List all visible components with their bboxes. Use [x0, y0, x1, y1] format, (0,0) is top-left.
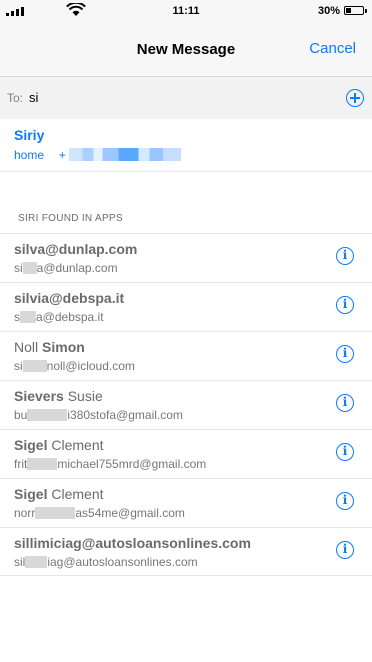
result-title: Sigel Clement	[14, 486, 104, 502]
cancel-button[interactable]: Cancel	[309, 40, 356, 57]
section-header: SIRI FOUND IN APPS	[0, 196, 372, 233]
info-icon[interactable]: i	[336, 247, 354, 265]
list-item[interactable]: silva@dunlap.com si a@dunlap.com i	[0, 233, 372, 282]
info-icon[interactable]: i	[336, 345, 354, 363]
result-title: Sievers Susie	[14, 388, 103, 404]
result-title: silva@dunlap.com	[14, 241, 138, 257]
info-icon[interactable]: i	[336, 296, 354, 314]
info-icon[interactable]: i	[336, 443, 354, 461]
info-icon[interactable]: i	[336, 541, 354, 559]
battery-percent: 30%	[317, 5, 340, 17]
list-item[interactable]: sillimiciag@autosloansonlines.com sil iag…	[0, 527, 372, 576]
contact-suggestion[interactable]: Siriy home +	[0, 119, 372, 172]
result-title: Sigel Clement	[14, 437, 104, 453]
suggestion-label: home	[14, 148, 45, 162]
list-item[interactable]: silvia@debspa.it s a@debspa.it i	[0, 282, 372, 331]
add-contact-icon[interactable]	[346, 89, 364, 107]
result-title: Noll Simon	[14, 339, 85, 355]
to-field-row: To: si	[0, 77, 372, 119]
status-bar: 11:11 30%	[0, 0, 372, 24]
list-item[interactable]: Sigel Clement norr as54me@gmail.com i	[0, 478, 372, 527]
result-title: sillimiciag@autosloansonlines.com	[14, 535, 251, 551]
result-email: si a@dunlap.com	[14, 261, 118, 275]
redacted-number	[69, 148, 182, 161]
to-label: To:	[7, 91, 24, 105]
result-email: si noll@icloud.com	[14, 359, 135, 373]
battery-cap	[365, 9, 367, 13]
info-icon[interactable]: i	[336, 492, 354, 510]
suggestion-detail: home +	[14, 148, 182, 162]
info-icon[interactable]: i	[336, 394, 354, 412]
status-time: 11:11	[172, 5, 200, 17]
suggestion-name: Siriy	[14, 127, 45, 143]
list-item[interactable]: Noll Simon si noll@icloud.com i	[0, 331, 372, 380]
to-input[interactable]: si	[29, 90, 38, 105]
suggestion-prefix: +	[58, 148, 66, 162]
result-email: sil iag@autosloansonlines.com	[14, 555, 198, 569]
result-email: norr as54me@gmail.com	[14, 506, 185, 520]
list-item[interactable]: Sievers Susie bu i380stofa@gmail.com i	[0, 380, 372, 429]
battery-icon	[344, 6, 364, 15]
result-email: s a@debspa.it	[14, 310, 104, 324]
result-email: frit michael755mrd@gmail.com	[14, 457, 207, 471]
navigation-bar: New Message Cancel	[0, 24, 372, 77]
section-title: SIRI FOUND IN APPS	[18, 213, 123, 224]
result-title: silvia@debspa.it	[14, 290, 125, 306]
result-email: bu i380stofa@gmail.com	[14, 408, 183, 422]
list-item[interactable]: Sigel Clement frit michael755mrd@gmail.co…	[0, 429, 372, 478]
